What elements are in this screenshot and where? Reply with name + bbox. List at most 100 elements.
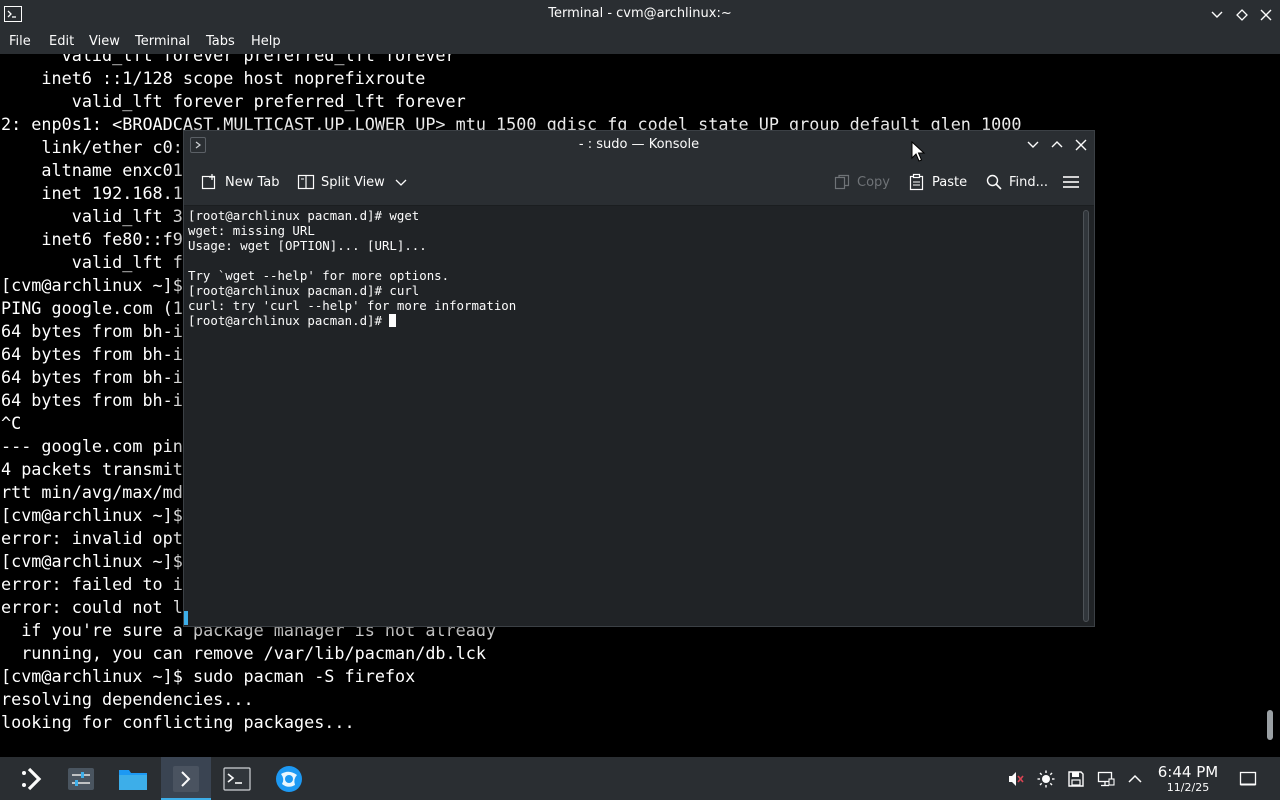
menu-tabs[interactable]: Tabs (206, 34, 235, 49)
scrollbar-thumb[interactable] (1267, 710, 1273, 740)
focus-accent-marker (184, 611, 188, 625)
chevron-down-icon (395, 179, 407, 186)
chevron-down-icon (1211, 11, 1223, 18)
konsole-close-button[interactable] (1071, 135, 1091, 155)
terminal-line: valid_lft fo (1, 252, 193, 272)
terminal-line: altname enxc01 (1, 160, 183, 180)
terminal-line: error: could not l (1, 597, 183, 617)
background-scrollbar[interactable] (1262, 54, 1280, 757)
close-button[interactable] (1256, 5, 1276, 25)
hamburger-menu-button[interactable] (1062, 171, 1080, 193)
show-desktop-button[interactable] (1238, 769, 1258, 789)
terminal-line: [cvm@archlinux ~]$ (1, 275, 183, 295)
menu-view[interactable]: View (89, 34, 120, 49)
split-view-button[interactable]: Split View (297, 171, 407, 193)
konsole-line: Usage: wget [OPTION]... [URL]... (188, 238, 427, 253)
terminal-line: resolving dependencies... (1, 689, 254, 709)
terminal-line: running, you can remove /var/lib/pacman/… (1, 643, 486, 663)
konsole-maximize-button[interactable] (1047, 135, 1067, 155)
browser-task-button[interactable] (264, 757, 314, 800)
network-icon (1097, 771, 1115, 787)
clock-date[interactable]: 11/2/25 (1150, 781, 1226, 794)
konsole-minimize-button[interactable] (1023, 135, 1043, 155)
application-launcher-button[interactable] (8, 757, 58, 800)
maximize-button[interactable] (1232, 5, 1252, 25)
konsole-line: [root@archlinux pacman.d]# wget (188, 208, 420, 223)
terminal-line: PING google.com (1 (1, 298, 183, 318)
paste-button[interactable]: Paste (908, 171, 967, 193)
audio-muted-icon (1009, 772, 1024, 786)
paste-icon (909, 173, 924, 191)
terminal-line: 64 bytes from bh-i (1, 390, 183, 410)
terminal-line: inet6 ::1/128 scope host noprefixroute (1, 68, 426, 88)
konsole-scrollbar[interactable] (1079, 206, 1094, 626)
terminal-line: valid_lft forever preferred_lft forever (1, 54, 456, 65)
konsole-line: wget: missing URL (188, 223, 315, 238)
show-desktop-icon (1239, 771, 1257, 786)
menu-terminal[interactable]: Terminal (135, 34, 190, 49)
audio-tray-button[interactable] (1006, 769, 1026, 789)
storage-tray-button[interactable] (1066, 769, 1086, 789)
find-button[interactable]: Find... (985, 171, 1048, 193)
konsole-prompt: [root@archlinux pacman.d]# (188, 313, 390, 328)
terminal-icon (223, 766, 251, 791)
background-menubar: File Edit View Terminal Tabs Help (0, 30, 1280, 54)
mouse-pointer-icon (911, 141, 926, 162)
konsole-title: - : sudo — Konsole (578, 137, 700, 152)
split-view-label: Split View (321, 174, 385, 190)
split-view-icon (297, 174, 315, 190)
clock-time[interactable]: 6:44 PM (1150, 763, 1226, 781)
browser-icon (276, 765, 302, 792)
konsole-terminal-output[interactable]: [root@archlinux pacman.d]# wget wget: mi… (184, 206, 1079, 626)
close-icon (1260, 9, 1272, 21)
storage-icon (1068, 771, 1084, 787)
konsole-titlebar[interactable]: - : sudo — Konsole (184, 131, 1094, 159)
konsole-window: - : sudo — Konsole New Tab Split View Co… (183, 130, 1095, 627)
terminal-line: [cvm@archlinux ~]$ (1, 551, 183, 571)
file-manager-button[interactable] (108, 757, 158, 800)
system-settings-icon (68, 767, 94, 790)
hamburger-menu-icon (1063, 176, 1079, 188)
system-settings-button[interactable] (56, 757, 106, 800)
tray-expand-button[interactable] (1125, 769, 1145, 789)
copy-button[interactable]: Copy (833, 171, 890, 193)
terminal-line: valid_lft 3 (1, 206, 183, 226)
new-tab-icon (201, 174, 216, 190)
terminal-line: 64 bytes from bh-i (1, 321, 183, 341)
terminal-line: valid_lft forever preferred_lft forever (1, 91, 466, 111)
paste-label: Paste (932, 174, 968, 190)
search-icon (986, 174, 1002, 190)
terminal-line: error: invalid opt (1, 528, 183, 548)
copy-label: Copy (857, 174, 890, 190)
close-icon (1075, 139, 1087, 151)
diamond-icon (1236, 9, 1248, 21)
taskbar (0, 757, 1280, 800)
copy-icon (834, 174, 850, 190)
konsole-line: [root@archlinux pacman.d]# curl (188, 283, 420, 298)
menu-file[interactable]: File (9, 34, 31, 49)
terminal-line: inet6 fe80::f9 (1, 229, 183, 249)
terminal-line: inet 192.168.1 (1, 183, 183, 203)
chevron-up-icon (1051, 141, 1063, 148)
terminal-line: 4 packets transmit (1, 459, 183, 479)
network-tray-button[interactable] (1096, 769, 1116, 789)
file-manager-icon (119, 769, 147, 790)
brightness-tray-button[interactable] (1036, 769, 1056, 789)
text-cursor (389, 314, 397, 327)
new-tab-button[interactable]: New Tab (201, 171, 280, 193)
find-label: Find... (1009, 174, 1049, 190)
terminal-task-button[interactable] (212, 757, 262, 800)
terminal-line: 64 bytes from bh-i (1, 344, 183, 364)
terminal-line: --- google.com ping (1, 436, 193, 456)
new-tab-label: New Tab (225, 174, 280, 190)
terminal-line: looking for conflicting packages... (1, 712, 355, 732)
konsole-toolbar: New Tab Split View Copy Paste Find... (184, 159, 1094, 206)
menu-edit[interactable]: Edit (49, 34, 74, 49)
konsole-task-button[interactable] (161, 757, 211, 800)
terminal-line: [cvm@archlinux ~]$ (1, 505, 183, 525)
menu-help[interactable]: Help (251, 34, 281, 49)
chevron-down-icon (1027, 141, 1039, 148)
background-window-titlebar[interactable]: Terminal - cvm@archlinux:~ (0, 0, 1280, 30)
minimize-button[interactable] (1207, 5, 1227, 25)
konsole-scrollbar-track[interactable] (1083, 210, 1089, 622)
